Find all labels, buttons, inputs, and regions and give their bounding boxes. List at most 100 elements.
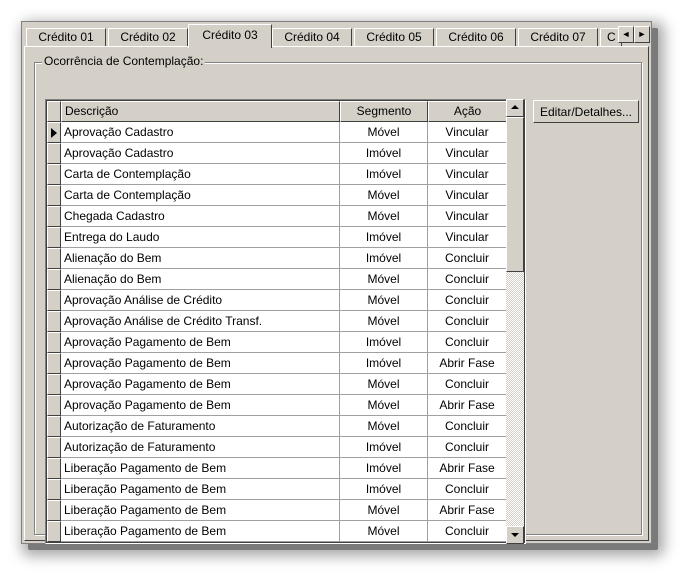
cell-descricao[interactable]: Aprovação Cadastro: [61, 122, 340, 143]
row-indicator-cell[interactable]: [47, 248, 61, 269]
tab-credito-03[interactable]: Crédito 03: [188, 24, 272, 48]
row-indicator-cell[interactable]: [47, 311, 61, 332]
cell-segmento[interactable]: Imóvel: [340, 479, 428, 500]
table-row[interactable]: Aprovação Pagamento de Bem Móvel Abrir Fas…: [47, 395, 525, 416]
table-row[interactable]: Aprovação Cadastro Imóvel Vincular: [47, 143, 525, 164]
table-row[interactable]: Alienação do Bem Móvel Concluir: [47, 269, 525, 290]
cell-acao[interactable]: Vincular: [428, 185, 507, 206]
row-indicator-cell[interactable]: [47, 332, 61, 353]
row-indicator-cell[interactable]: [47, 395, 61, 416]
cell-descricao[interactable]: Liberação Pagamento de Bem: [61, 521, 340, 542]
table-row[interactable]: Entrega do Laudo Imóvel Vincular: [47, 227, 525, 248]
table-row[interactable]: Aprovação Pagamento de Bem Imóvel Concluir: [47, 332, 525, 353]
cell-acao[interactable]: Vincular: [428, 227, 507, 248]
cell-segmento[interactable]: Imóvel: [340, 437, 428, 458]
cell-segmento[interactable]: Imóvel: [340, 332, 428, 353]
cell-acao[interactable]: Concluir: [428, 416, 507, 437]
tab-credito-07[interactable]: Crédito 07: [518, 28, 598, 47]
row-indicator-cell[interactable]: [47, 206, 61, 227]
cell-segmento[interactable]: Imóvel: [340, 227, 428, 248]
cell-segmento[interactable]: Móvel: [340, 416, 428, 437]
row-indicator-cell[interactable]: [47, 374, 61, 395]
row-indicator-cell[interactable]: [47, 521, 61, 542]
cell-descricao[interactable]: Aprovação Pagamento de Bem: [61, 395, 340, 416]
cell-acao[interactable]: Concluir: [428, 332, 507, 353]
row-indicator-cell[interactable]: [47, 227, 61, 248]
row-indicator-cell[interactable]: [47, 353, 61, 374]
table-row[interactable]: Aprovação Análise de Crédito Transf. Móve…: [47, 311, 525, 332]
cell-acao[interactable]: Concluir: [428, 269, 507, 290]
table-row[interactable]: Chegada Cadastro Móvel Vincular: [47, 206, 525, 227]
cell-descricao[interactable]: Chegada Cadastro: [61, 206, 340, 227]
table-row[interactable]: Carta de Contemplação Móvel Vincular: [47, 185, 525, 206]
cell-acao[interactable]: Abrir Fase: [428, 500, 507, 521]
cell-descricao[interactable]: Autorização de Faturamento: [61, 416, 340, 437]
cell-acao[interactable]: Concluir: [428, 248, 507, 269]
scroll-thumb[interactable]: [506, 117, 524, 272]
cell-descricao[interactable]: Liberação Pagamento de Bem: [61, 458, 340, 479]
cell-descricao[interactable]: Carta de Contemplação: [61, 185, 340, 206]
cell-acao[interactable]: Concluir: [428, 437, 507, 458]
tab-credito-02[interactable]: Crédito 02: [108, 28, 188, 47]
column-header-segmento[interactable]: Segmento: [340, 101, 428, 122]
cell-acao[interactable]: Vincular: [428, 206, 507, 227]
cell-segmento[interactable]: Imóvel: [340, 458, 428, 479]
column-header-descricao[interactable]: Descrição: [61, 101, 340, 122]
cell-segmento[interactable]: Móvel: [340, 122, 428, 143]
row-indicator-cell[interactable]: [47, 458, 61, 479]
cell-segmento[interactable]: Móvel: [340, 374, 428, 395]
cell-acao[interactable]: Concluir: [428, 311, 507, 332]
cell-acao[interactable]: Abrir Fase: [428, 353, 507, 374]
cell-acao[interactable]: Vincular: [428, 143, 507, 164]
cell-descricao[interactable]: Carta de Contemplação: [61, 164, 340, 185]
cell-segmento[interactable]: Móvel: [340, 269, 428, 290]
cell-descricao[interactable]: Alienação do Bem: [61, 269, 340, 290]
tab-scroll-left-icon[interactable]: ◄: [618, 26, 634, 43]
tab-scroll-right-icon[interactable]: ►: [634, 26, 650, 43]
row-indicator-cell[interactable]: [47, 164, 61, 185]
edit-details-button[interactable]: Editar/Detalhes...: [533, 100, 639, 123]
cell-segmento[interactable]: Móvel: [340, 206, 428, 227]
cell-descricao[interactable]: Autorização de Faturamento: [61, 437, 340, 458]
row-indicator-cell[interactable]: [47, 416, 61, 437]
cell-acao[interactable]: Concluir: [428, 374, 507, 395]
row-indicator-cell[interactable]: [47, 143, 61, 164]
table-row[interactable]: Liberação Pagamento de Bem Imóvel Abrir Fa…: [47, 458, 525, 479]
cell-descricao[interactable]: Aprovação Pagamento de Bem: [61, 374, 340, 395]
table-row[interactable]: Aprovação Pagamento de Bem Móvel Concluir: [47, 374, 525, 395]
row-indicator-cell[interactable]: [47, 269, 61, 290]
scroll-up-button[interactable]: [506, 99, 524, 117]
row-indicator-cell[interactable]: [47, 122, 61, 143]
cell-segmento[interactable]: Móvel: [340, 311, 428, 332]
table-row[interactable]: Aprovação Análise de Crédito Móvel Conclui…: [47, 290, 525, 311]
tab-credito-04[interactable]: Crédito 04: [272, 28, 352, 47]
cell-acao[interactable]: Concluir: [428, 290, 507, 311]
row-indicator-cell[interactable]: [47, 290, 61, 311]
column-header-acao[interactable]: Ação: [428, 101, 507, 122]
cell-segmento[interactable]: Móvel: [340, 185, 428, 206]
cell-segmento[interactable]: Móvel: [340, 290, 428, 311]
cell-segmento[interactable]: Imóvel: [340, 143, 428, 164]
table-row[interactable]: Aprovação Pagamento de Bem Imóvel Abrir Fa…: [47, 353, 525, 374]
cell-descricao[interactable]: Liberação Pagamento de Bem: [61, 500, 340, 521]
tab-credito-01[interactable]: Crédito 01: [26, 28, 106, 47]
cell-segmento[interactable]: Móvel: [340, 521, 428, 542]
cell-acao[interactable]: Abrir Fase: [428, 458, 507, 479]
tab-credito-06[interactable]: Crédito 06: [436, 28, 516, 47]
cell-descricao[interactable]: Aprovação Análise de Crédito: [61, 290, 340, 311]
row-indicator-cell[interactable]: [47, 479, 61, 500]
table-row[interactable]: Carta de Contemplação Imóvel Vincular: [47, 164, 525, 185]
table-row[interactable]: Liberação Pagamento de Bem Móvel Abrir Fas…: [47, 500, 525, 521]
cell-descricao[interactable]: Entrega do Laudo: [61, 227, 340, 248]
cell-acao[interactable]: Concluir: [428, 521, 507, 542]
table-row[interactable]: Autorização de Faturamento Móvel Concluir: [47, 416, 525, 437]
table-row[interactable]: Aprovação Cadastro Móvel Vincular: [47, 122, 525, 143]
grid-vertical-scrollbar[interactable]: [506, 99, 524, 544]
cell-descricao[interactable]: Aprovação Pagamento de Bem: [61, 353, 340, 374]
cell-descricao[interactable]: Aprovação Pagamento de Bem: [61, 332, 340, 353]
cell-acao[interactable]: Concluir: [428, 479, 507, 500]
table-row[interactable]: Liberação Pagamento de Bem Móvel Concluir: [47, 521, 525, 542]
row-indicator-cell[interactable]: [47, 185, 61, 206]
tab-credito-05[interactable]: Crédito 05: [354, 28, 434, 47]
cell-acao[interactable]: Vincular: [428, 122, 507, 143]
